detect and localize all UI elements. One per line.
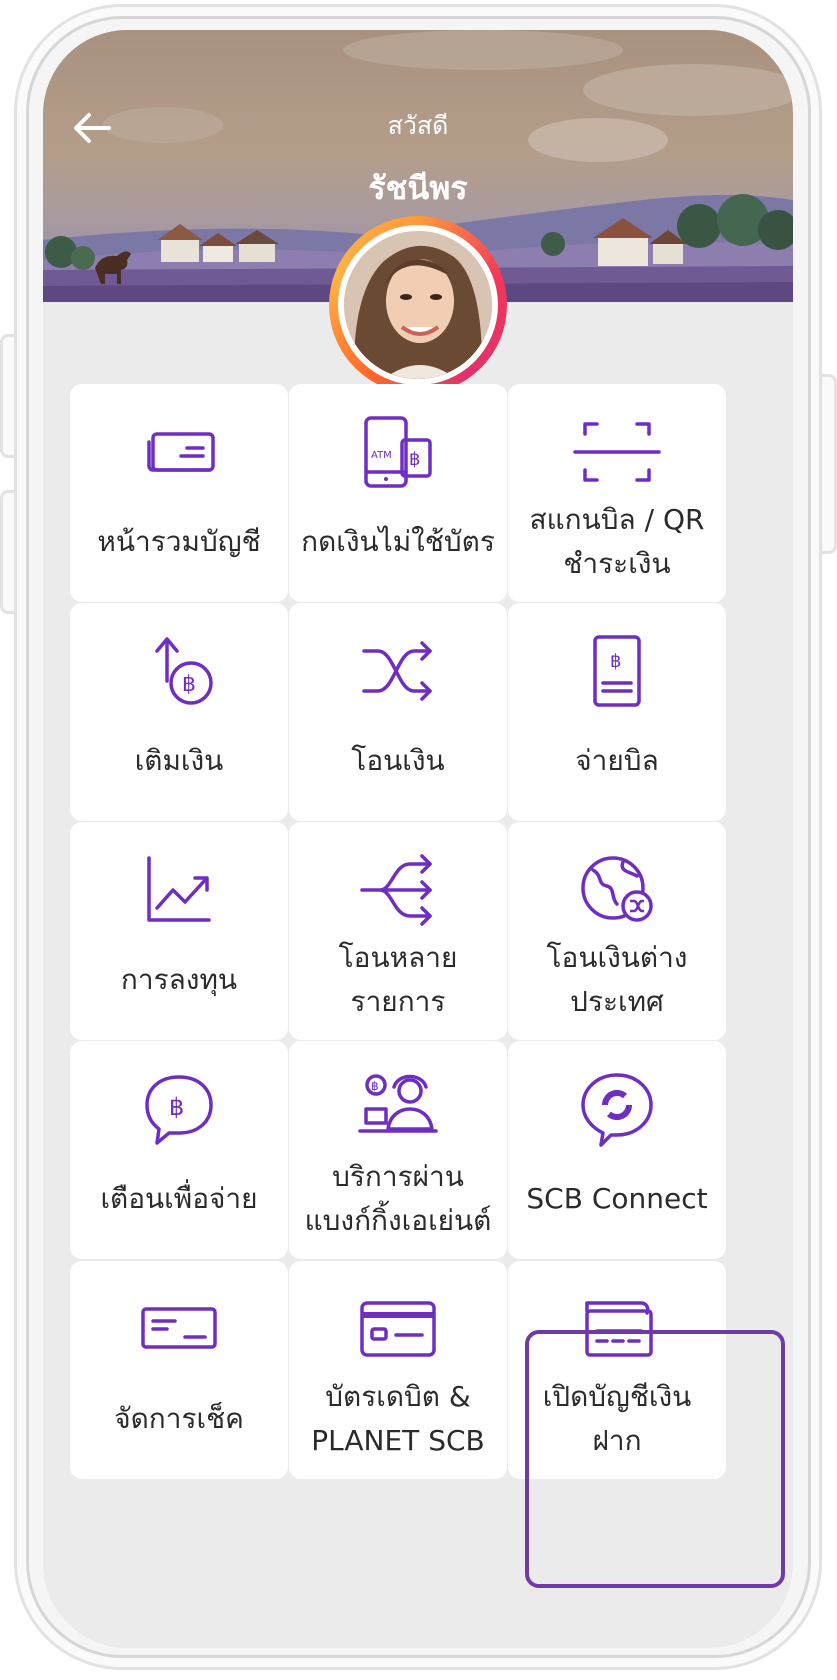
- menu-tile-scan[interactable]: สแกนบิล / QR ชำระเงิน: [508, 384, 726, 602]
- menu-tile-label-line: โอนเงิน: [351, 744, 445, 777]
- menu-tile-request-pay[interactable]: ฿เตือนเพื่อจ่าย: [70, 1041, 288, 1259]
- menu-tile-label: โอนเงินต่างประเทศ: [512, 936, 722, 1024]
- menu-tile-label-line: PLANET SCB: [311, 1424, 485, 1457]
- menu-tile-label: โอนเงิน: [293, 739, 503, 783]
- menu-tile-label-line: โอนหลาย: [338, 941, 458, 974]
- menu-tile-label-line: บัตรเดบิต &: [325, 1380, 471, 1413]
- svg-text:฿: ฿: [610, 651, 621, 672]
- menu-tile-label: การลงทุน: [74, 958, 284, 1002]
- avatar-photo: [344, 231, 492, 379]
- debit-card-icon: [348, 1289, 448, 1369]
- menu-tile-label-line: กดเงินไม่ใช้บัตร: [301, 525, 495, 558]
- menu-tile-label: จัดการเช็ค: [74, 1397, 284, 1441]
- menu-tile-transfer[interactable]: โอนเงิน: [289, 603, 507, 821]
- menu-tile-label-line: เปิดบัญชีเงิน: [542, 1380, 692, 1413]
- menu-tile-label-line: ฝาก: [592, 1424, 642, 1457]
- menu-tile-open-account[interactable]: เปิดบัญชีเงินฝาก: [508, 1261, 726, 1479]
- menu-tile-label-line: รายการ: [350, 985, 446, 1018]
- menu-tile-invest-chart[interactable]: การลงทุน: [70, 822, 288, 1040]
- menu-tile-label-line: บริการผ่าน: [332, 1160, 464, 1193]
- menu-tile-debit-card[interactable]: บัตรเดบิต & PLANET SCB: [289, 1261, 507, 1479]
- menu-tile-label-line: เติมเงิน: [134, 744, 224, 777]
- scb-connect-icon: [567, 1069, 667, 1149]
- menu-tile-label: โอนหลายรายการ: [293, 936, 503, 1024]
- topup-icon: ฿: [129, 631, 229, 711]
- menu-tile-label-line: ประเทศ: [570, 985, 664, 1018]
- menu-tile-label-line: การลงทุน: [120, 963, 238, 996]
- cheque-icon: [129, 1289, 229, 1369]
- menu-tile-label-line: จัดการเช็ค: [114, 1402, 244, 1435]
- menu-tile-label: SCB Connect: [512, 1177, 722, 1221]
- avatar[interactable]: [329, 216, 507, 394]
- banking-agent-icon: ฿: [348, 1069, 448, 1149]
- menu-tile-label: จ่ายบิล: [512, 739, 722, 783]
- menu-tile-label-line: ชำระเงิน: [563, 547, 671, 580]
- svg-text:ATM: ATM: [371, 450, 392, 461]
- menu-tile-topup[interactable]: ฿เติมเงิน: [70, 603, 288, 821]
- multi-transfer-icon: [348, 850, 448, 930]
- menu-tile-label-line: หน้ารวมบัญชี: [97, 525, 261, 558]
- scan-icon: [567, 412, 667, 492]
- menu-tile-cardless-atm[interactable]: ATM ฿กดเงินไม่ใช้บัตร: [289, 384, 507, 602]
- menu-tile-cards[interactable]: หน้ารวมบัญชี: [70, 384, 288, 602]
- menu-tile-label: เตือนเพื่อจ่าย: [74, 1177, 284, 1221]
- globe-transfer-icon: [567, 850, 667, 930]
- user-name: รัชนีพร: [368, 169, 468, 207]
- svg-text:฿: ฿: [182, 672, 196, 697]
- svg-text:฿: ฿: [371, 1079, 379, 1093]
- menu-tile-cheque[interactable]: จัดการเช็ค: [70, 1261, 288, 1479]
- bill-icon: ฿: [567, 631, 667, 711]
- cardless-atm-icon: ATM ฿: [348, 412, 448, 492]
- open-account-icon: [567, 1289, 667, 1369]
- menu-tile-label-line: สแกนบิล / QR: [529, 503, 705, 536]
- svg-text:฿: ฿: [169, 1093, 184, 1121]
- menu-tile-label: สแกนบิล / QR ชำระเงิน: [512, 498, 722, 586]
- menu-tile-scb-connect[interactable]: SCB Connect: [508, 1041, 726, 1259]
- greeting-text: สวัสดี: [387, 111, 449, 140]
- menu-tile-label-line: เตือนเพื่อจ่าย: [100, 1182, 258, 1215]
- menu-tile-label: กดเงินไม่ใช้บัตร: [293, 520, 503, 564]
- svg-text:฿: ฿: [409, 449, 420, 470]
- menu-tile-label-line: โอนเงินต่าง: [546, 941, 688, 974]
- transfer-icon: [348, 631, 448, 711]
- invest-chart-icon: [129, 850, 229, 930]
- menu-tile-label: เติมเงิน: [74, 739, 284, 783]
- request-pay-icon: ฿: [129, 1069, 229, 1149]
- menu-tile-label: หน้ารวมบัญชี: [74, 520, 284, 564]
- menu-tile-label: บัตรเดบิต & PLANET SCB: [293, 1375, 503, 1463]
- cards-icon: [129, 412, 229, 492]
- menu-tile-globe-transfer[interactable]: โอนเงินต่างประเทศ: [508, 822, 726, 1040]
- menu-tile-label: บริการผ่านแบงก์กิ้งเอเย่นต์: [293, 1155, 503, 1243]
- menu-tile-multi-transfer[interactable]: โอนหลายรายการ: [289, 822, 507, 1040]
- menu-tile-banking-agent[interactable]: ฿บริการผ่านแบงก์กิ้งเอเย่นต์: [289, 1041, 507, 1259]
- menu-tile-label-line: แบงก์กิ้งเอเย่นต์: [304, 1204, 492, 1237]
- menu-tile-label: เปิดบัญชีเงินฝาก: [512, 1375, 722, 1463]
- menu-tile-bill[interactable]: ฿จ่ายบิล: [508, 603, 726, 821]
- menu-tile-label-line: จ่ายบิล: [575, 744, 659, 777]
- menu-tile-label-line: SCB Connect: [526, 1182, 708, 1215]
